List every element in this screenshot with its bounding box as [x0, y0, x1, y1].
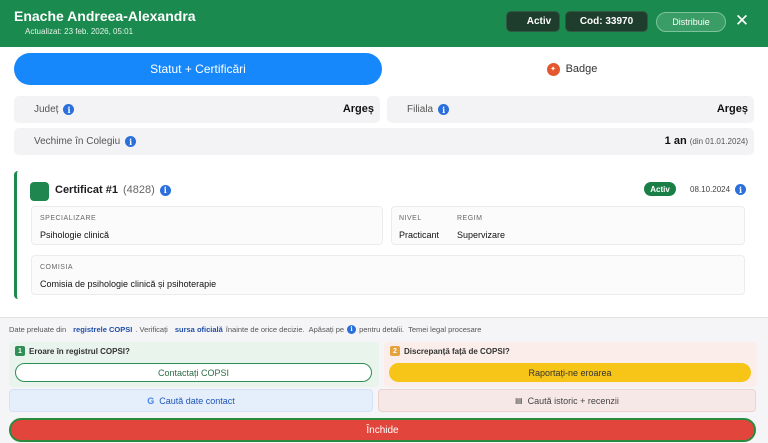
updated-timestamp: Actualizat: 23 feb. 2026, 05:01	[25, 27, 134, 36]
footer-panel: Date preluate din registrele COPSI . Ver…	[0, 317, 768, 443]
certificate-card: Certificat #1 (4828) i Activ 08.10.2024 …	[14, 171, 754, 299]
legal-basis-link[interactable]: Temei legal procesare	[408, 325, 481, 334]
comisia-label: COMISIA	[40, 264, 74, 271]
step-2-badge: 2	[390, 346, 400, 356]
disclaimer-text-1: Date preluate din	[9, 325, 67, 334]
specializare-box: SPECIALIZARE Psihologie clinică	[31, 206, 383, 245]
member-code-badge: Cod: 33970	[565, 11, 648, 32]
vechime-value: 1 an (din 01.01.2024)	[665, 135, 748, 147]
judet-value: Argeș	[342, 103, 374, 115]
vechime-years: 1 an	[664, 135, 687, 147]
member-name: Enache Andreea-Alexandra	[14, 8, 196, 24]
official-source-link[interactable]: sursa oficială	[175, 325, 223, 334]
tab-status-certifications[interactable]: Statut + Certificări	[14, 53, 382, 85]
discrepancy-panel: 2 Discrepanță față de COPSI? Raportați-n…	[384, 342, 757, 387]
vechime-label: Vechime în Colegiu	[34, 136, 121, 147]
info-icon[interactable]: i	[63, 104, 75, 115]
disclaimer-text-3: înainte de orice decizie.	[225, 325, 305, 334]
nivel-value: Practicant	[399, 230, 440, 240]
registry-error-panel: 1 Eroare în registrul COPSI? Contactați …	[9, 342, 379, 387]
google-icon: G	[147, 395, 155, 406]
nivel-label: NIVEL	[399, 215, 422, 222]
certificate-status-badge: Activ	[644, 182, 676, 196]
specializare-value: Psihologie clinică	[40, 230, 110, 240]
certificate-date: 08.10.2024 i	[690, 184, 747, 195]
certificate-color-icon	[30, 182, 49, 201]
copsi-registers-link[interactable]: registrele COPSI	[73, 325, 132, 334]
certificate-title-label: Certificat #1	[55, 184, 118, 196]
judet-label: Județ	[34, 104, 59, 115]
filiala-field: Filiala i Argeș	[387, 96, 754, 123]
search-contact-label: Caută date contact	[159, 395, 235, 406]
discrepancy-title: Discrepanță față de COPSI?	[404, 346, 510, 356]
judet-field: Județ i Argeș	[14, 96, 380, 123]
disclaimer-text-4: Apăsați pe	[308, 325, 345, 334]
nivel-regim-box: NIVEL Practicant REGIM Supervizare	[391, 206, 745, 245]
close-button[interactable]: Închide	[9, 418, 756, 442]
specializare-label: SPECIALIZARE	[40, 215, 97, 222]
filiala-value: Argeș	[716, 103, 748, 115]
close-icon[interactable]: ✕	[734, 11, 750, 31]
info-icon[interactable]: i	[438, 104, 450, 115]
disclaimer: Date preluate din registrele COPSI . Ver…	[9, 325, 481, 334]
badge-icon: ✦	[546, 62, 560, 76]
search-contact-button[interactable]: G Caută date contact	[9, 389, 373, 412]
certificate-title: Certificat #1 (4828) i	[55, 184, 171, 196]
contact-copsi-button[interactable]: Contactați COPSI	[15, 363, 372, 382]
step-1-badge: 1	[15, 346, 25, 356]
registry-error-title: Eroare în registrul COPSI?	[29, 346, 130, 356]
report-error-button[interactable]: Raportați-ne eroarea	[389, 363, 751, 382]
regim-label: REGIM	[457, 215, 483, 222]
filiala-label: Filiala	[407, 104, 434, 115]
info-icon[interactable]: i	[159, 184, 171, 196]
history-icon: ▤	[515, 396, 523, 405]
info-icon[interactable]: i	[735, 184, 747, 195]
certificate-date-value: 08.10.2024	[690, 185, 731, 194]
disclaimer-text-5: pentru detalii.	[359, 325, 405, 334]
status-badge: Activ	[506, 11, 560, 32]
certificate-number: (4828)	[122, 184, 155, 196]
vechime-field: Vechime în Colegiu i 1 an (din 01.01.202…	[14, 128, 754, 155]
share-button[interactable]: Distribuie	[656, 12, 726, 32]
profile-header: Enache Andreea-Alexandra Actualizat: 23 …	[0, 0, 768, 47]
info-icon: i	[347, 325, 357, 334]
tab-badge[interactable]: ✦ Badge	[390, 53, 754, 85]
comisia-value: Comisia de psihologie clinică și psihote…	[40, 279, 217, 289]
search-history-button[interactable]: ▤ Caută istoric + recenzii	[378, 389, 756, 412]
vechime-since: (din 01.01.2024)	[689, 137, 748, 146]
search-history-label: Caută istoric + recenzii	[527, 395, 619, 406]
info-icon[interactable]: i	[125, 136, 137, 147]
regim-value: Supervizare	[457, 230, 506, 240]
tab-badge-label: Badge	[565, 63, 598, 75]
comisia-box: COMISIA Comisia de psihologie clinică și…	[31, 255, 745, 295]
disclaimer-text-2: . Verificați	[135, 325, 168, 334]
